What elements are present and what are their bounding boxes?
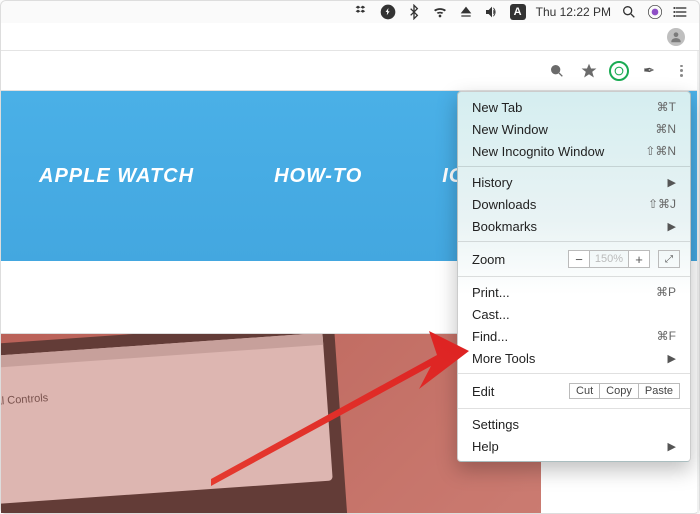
macos-menubar: A Thu 12:22 PM	[1, 1, 699, 23]
menubar-clock[interactable]: Thu 12:22 PM	[536, 5, 611, 19]
edit-paste-button[interactable]: Paste	[639, 383, 680, 399]
menu-item-print[interactable]: Print...⌘P	[458, 281, 690, 303]
grammarly-extension-icon[interactable]	[609, 61, 629, 81]
edit-cut-button[interactable]: Cut	[569, 383, 600, 399]
bluetooth-icon[interactable]	[406, 4, 422, 20]
input-source-icon[interactable]: A	[510, 4, 526, 20]
siri-icon[interactable]	[647, 4, 663, 20]
profile-avatar[interactable]	[667, 28, 685, 46]
zoom-in-button[interactable]: +	[628, 250, 650, 268]
chrome-menu-button[interactable]	[669, 59, 693, 83]
menu-item-more-tools[interactable]: More Tools▶	[458, 347, 690, 369]
bookmark-star-icon[interactable]	[577, 59, 601, 83]
zoom-out-button[interactable]: −	[568, 250, 590, 268]
eject-icon[interactable]	[458, 4, 474, 20]
volume-icon[interactable]	[484, 4, 500, 20]
menu-item-settings[interactable]: Settings	[458, 413, 690, 435]
edit-copy-button[interactable]: Copy	[600, 383, 639, 399]
menu-item-help[interactable]: Help▶	[458, 435, 690, 457]
chrome-main-menu: New Tab⌘T New Window⌘N New Incognito Win…	[457, 91, 691, 462]
chevron-right-icon: ▶	[668, 176, 676, 189]
chrome-toolbar: ✒	[1, 51, 699, 91]
bolt-icon[interactable]	[380, 4, 396, 20]
omnibox-search-icon[interactable]	[545, 59, 569, 83]
dropbox-icon[interactable]	[354, 4, 370, 20]
menu-item-zoom: Zoom − 150% + ⤢	[458, 246, 690, 272]
menu-item-downloads[interactable]: Downloads⇧⌘J	[458, 193, 690, 215]
menu-item-find[interactable]: Find...⌘F	[458, 325, 690, 347]
menu-item-bookmarks[interactable]: Bookmarks▶	[458, 215, 690, 237]
menu-item-edit: Edit Cut Copy Paste	[458, 378, 690, 404]
menu-item-new-window[interactable]: New Window⌘N	[458, 118, 690, 140]
wifi-icon[interactable]	[432, 4, 448, 20]
menu-item-new-incognito[interactable]: New Incognito Window⇧⌘N	[458, 140, 690, 162]
notification-center-icon[interactable]	[673, 4, 689, 20]
menu-item-new-tab[interactable]: New Tab⌘T	[458, 96, 690, 118]
extension-icon[interactable]: ✒	[637, 59, 661, 83]
chevron-right-icon: ▶	[668, 352, 676, 365]
nav-link-how-to[interactable]: HOW-TO	[274, 165, 362, 188]
fullscreen-button[interactable]: ⤢	[658, 250, 680, 268]
chevron-right-icon: ▶	[668, 440, 676, 453]
zoom-value: 150%	[590, 250, 628, 268]
spotlight-icon[interactable]	[621, 4, 637, 20]
menu-item-cast[interactable]: Cast...	[458, 303, 690, 325]
chrome-profile-row	[1, 23, 699, 51]
chevron-right-icon: ▶	[668, 220, 676, 233]
nav-link-apple-watch[interactable]: APPLE WATCH	[39, 165, 194, 188]
menu-item-history[interactable]: History▶	[458, 171, 690, 193]
window-divider	[697, 51, 699, 513]
